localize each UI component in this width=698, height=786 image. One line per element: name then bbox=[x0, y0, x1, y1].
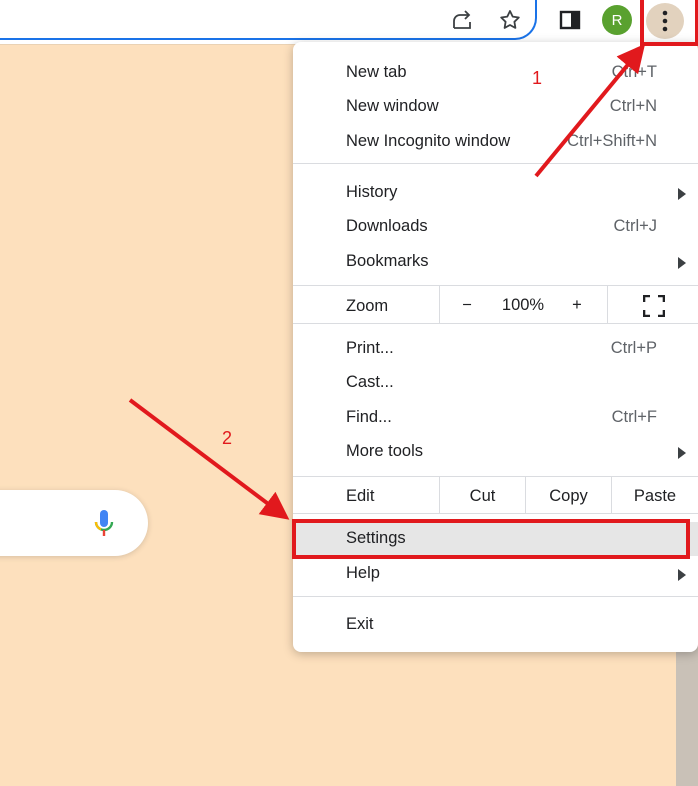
avatar-initial: R bbox=[611, 11, 623, 29]
menu-item-exit[interactable]: Exit bbox=[293, 608, 698, 642]
zoom-level: 100% bbox=[501, 296, 545, 314]
profile-avatar[interactable]: R bbox=[602, 5, 632, 35]
zoom-label: Zoom bbox=[346, 297, 389, 315]
menu-item-label: Print... bbox=[346, 339, 394, 357]
menu-item-settings[interactable]: Settings bbox=[293, 522, 698, 556]
submenu-arrow-icon bbox=[678, 569, 686, 581]
menu-separator bbox=[293, 323, 698, 324]
menu-column-divider bbox=[607, 286, 608, 323]
menu-item-new-window[interactable]: New window Ctrl+N bbox=[293, 90, 698, 124]
menu-item-print[interactable]: Print... Ctrl+P bbox=[293, 332, 698, 366]
copy-button[interactable]: Copy bbox=[526, 487, 611, 506]
menu-column-divider bbox=[439, 286, 440, 323]
chrome-menu: New tab Ctrl+T New window Ctrl+N New Inc… bbox=[293, 42, 698, 652]
menu-separator bbox=[293, 596, 698, 597]
share-icon[interactable] bbox=[448, 6, 476, 34]
menu-item-new-tab[interactable]: New tab Ctrl+T bbox=[293, 56, 698, 90]
menu-item-label: Help bbox=[346, 564, 380, 582]
menu-item-find[interactable]: Find... Ctrl+F bbox=[293, 401, 698, 435]
menu-item-label: Find... bbox=[346, 408, 392, 426]
menu-separator bbox=[293, 513, 698, 514]
menu-item-new-incognito-window[interactable]: New Incognito window Ctrl+Shift+N bbox=[293, 125, 698, 159]
zoom-out-button[interactable]: − bbox=[453, 296, 481, 315]
menu-item-label: Downloads bbox=[346, 217, 428, 235]
menu-item-shortcut: Ctrl+J bbox=[613, 217, 657, 235]
menu-item-cast[interactable]: Cast... bbox=[293, 366, 698, 400]
menu-item-label: Settings bbox=[346, 529, 406, 547]
menu-item-label: Cast... bbox=[346, 373, 394, 391]
cut-button[interactable]: Cut bbox=[440, 487, 525, 506]
menu-item-shortcut: Ctrl+F bbox=[611, 408, 657, 426]
menu-item-shortcut: Ctrl+Shift+N bbox=[567, 132, 657, 150]
annotation-arrow-2 bbox=[128, 398, 290, 520]
annotation-step-2: 2 bbox=[222, 428, 233, 448]
side-panel-icon[interactable] bbox=[556, 6, 584, 34]
menu-item-history[interactable]: History bbox=[293, 176, 698, 210]
menu-item-shortcut: Ctrl+P bbox=[610, 339, 657, 357]
submenu-arrow-icon bbox=[678, 257, 686, 269]
menu-separator bbox=[293, 285, 698, 286]
annotation-step-1: 1 bbox=[532, 68, 543, 88]
three-dots-vertical-icon bbox=[662, 10, 668, 32]
search-box[interactable] bbox=[0, 490, 148, 556]
menu-item-shortcut: Ctrl+T bbox=[611, 63, 657, 81]
menu-item-label: New tab bbox=[346, 63, 407, 81]
menu-item-downloads[interactable]: Downloads Ctrl+J bbox=[293, 210, 698, 244]
edit-label: Edit bbox=[346, 487, 375, 505]
menu-item-label: New window bbox=[346, 97, 439, 115]
menu-item-label: New Incognito window bbox=[346, 132, 511, 150]
menu-item-bookmarks[interactable]: Bookmarks bbox=[293, 245, 698, 279]
zoom-in-button[interactable]: + bbox=[563, 296, 591, 315]
menu-separator bbox=[293, 476, 698, 477]
submenu-arrow-icon bbox=[678, 447, 686, 459]
menu-separator bbox=[293, 163, 698, 164]
page-scrollbar[interactable] bbox=[676, 640, 698, 786]
microphone-icon[interactable] bbox=[90, 508, 118, 540]
fullscreen-icon[interactable] bbox=[642, 294, 666, 318]
menu-item-more-tools[interactable]: More tools bbox=[293, 435, 698, 469]
chrome-menu-button[interactable] bbox=[646, 3, 684, 39]
menu-item-label: Bookmarks bbox=[346, 252, 429, 270]
submenu-arrow-icon bbox=[678, 188, 686, 200]
menu-item-shortcut: Ctrl+N bbox=[609, 97, 657, 115]
menu-item-help[interactable]: Help bbox=[293, 557, 698, 591]
paste-button[interactable]: Paste bbox=[612, 487, 698, 506]
menu-item-label: Exit bbox=[346, 615, 374, 633]
browser-toolbar: R bbox=[0, 0, 698, 45]
menu-item-label: History bbox=[346, 183, 398, 201]
menu-item-label: More tools bbox=[346, 442, 424, 460]
bookmark-star-icon[interactable] bbox=[496, 6, 524, 34]
